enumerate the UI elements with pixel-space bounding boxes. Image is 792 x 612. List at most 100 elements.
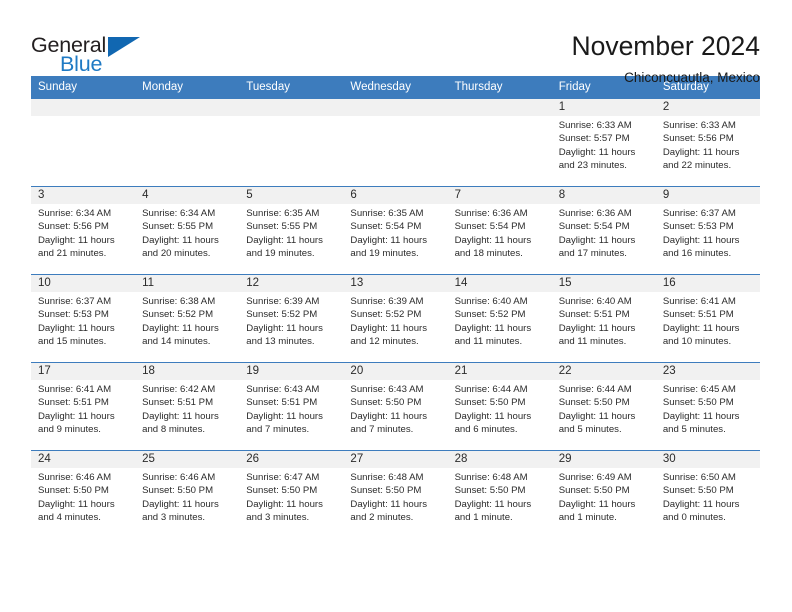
day-number [239,99,344,116]
day-details: Sunrise: 6:37 AM Sunset: 5:53 PM Daylight:… [656,204,760,260]
day-details: Sunrise: 6:41 AM Sunset: 5:51 PM Daylight:… [31,380,135,436]
day-detail-line: Sunset: 5:50 PM [350,485,422,497]
calendar-day-cell[interactable]: 19 Sunrise: 6:43 AM Sunset: 5:51 PM Dayligh… [239,362,344,451]
day-details: Sunrise: 6:34 AM Sunset: 5:55 PM Daylight:… [135,204,239,260]
title-block: November 2024 Chiconcuautla, Mexico [571,31,760,87]
day-details: Sunrise: 6:33 AM Sunset: 5:57 PM Daylight:… [552,116,656,172]
day-detail-line: Daylight: 11 hours [142,322,219,334]
day-detail-line: Daylight: 11 hours [454,410,532,422]
day-details: Sunrise: 6:40 AM Sunset: 5:52 PM Daylight:… [448,292,552,348]
day-number: 18 [135,363,240,380]
day-detail-line: Daylight: 11 hours [246,234,323,246]
calendar-day-cell[interactable]: 3 Sunrise: 6:34 AM Sunset: 5:56 PM Daylight… [31,186,136,275]
day-detail-line: Sunset: 5:50 PM [558,485,630,497]
day-detail-line: Sunrise: 6:34 AM [142,208,216,219]
day-detail-line: and 19 minutes. [350,247,419,259]
calendar-week-row: 3 Sunrise: 6:34 AM Sunset: 5:56 PM Daylight… [31,186,760,275]
calendar-day-cell[interactable]: 20 Sunrise: 6:43 AM Sunset: 5:50 PM Dayligh… [343,362,448,451]
day-detail-line: Sunrise: 6:48 AM [350,472,424,483]
day-details: Sunrise: 6:46 AM Sunset: 5:50 PM Daylight:… [135,468,239,524]
day-detail-line: Sunrise: 6:39 AM [246,296,320,307]
day-detail-line: Daylight: 11 hours [662,146,740,158]
day-detail-line: Sunset: 5:51 PM [142,397,214,409]
day-detail-line: and 1 minute. [558,511,617,523]
calendar-day-cell[interactable]: 15 Sunrise: 6:40 AM Sunset: 5:51 PM Dayligh… [551,274,656,363]
calendar-day-cell[interactable]: 22 Sunrise: 6:44 AM Sunset: 5:50 PM Dayligh… [551,362,656,451]
calendar-day-cell-empty [447,98,552,187]
day-detail-line: and 4 minutes. [38,511,101,523]
day-detail-line: Sunrise: 6:38 AM [142,296,216,307]
calendar-day-cell[interactable]: 16 Sunrise: 6:41 AM Sunset: 5:51 PM Dayligh… [655,274,760,363]
day-detail-line: and 11 minutes. [454,335,523,347]
day-detail-line: Daylight: 11 hours [662,498,740,510]
day-detail-line: Sunrise: 6:44 AM [558,384,632,395]
day-details: Sunrise: 6:40 AM Sunset: 5:51 PM Daylight:… [552,292,656,348]
calendar-day-cell[interactable]: 17 Sunrise: 6:41 AM Sunset: 5:51 PM Dayligh… [31,362,136,451]
calendar-day-cell[interactable]: 23 Sunrise: 6:45 AM Sunset: 5:50 PM Dayligh… [655,362,760,451]
day-detail-line: Daylight: 11 hours [558,322,636,334]
calendar-day-cell[interactable]: 24 Sunrise: 6:46 AM Sunset: 5:50 PM Dayligh… [31,450,136,539]
day-detail-line: Daylight: 11 hours [142,498,219,510]
day-detail-line: Sunset: 5:54 PM [558,221,630,233]
day-detail-line: Sunrise: 6:40 AM [558,296,632,307]
day-detail-line: Sunset: 5:53 PM [38,309,109,321]
calendar-day-cell[interactable]: 28 Sunrise: 6:48 AM Sunset: 5:50 PM Dayligh… [447,450,552,539]
calendar-day-cell[interactable]: 6 Sunrise: 6:35 AM Sunset: 5:54 PM Daylight… [343,186,448,275]
calendar-body: 1 Sunrise: 6:33 AM Sunset: 5:57 PM Daylight… [31,98,760,539]
day-detail-line: Daylight: 11 hours [350,410,428,422]
day-number: 10 [31,275,136,292]
calendar-week-row: 1 Sunrise: 6:33 AM Sunset: 5:57 PM Daylight… [31,98,760,187]
day-detail-line: and 5 minutes. [662,423,726,435]
calendar-day-cell[interactable]: 12 Sunrise: 6:39 AM Sunset: 5:52 PM Dayligh… [239,274,344,363]
day-number: 29 [551,451,656,468]
day-detail-line: Daylight: 11 hours [662,234,740,246]
day-detail-line: Daylight: 11 hours [246,322,323,334]
day-number: 16 [655,275,760,292]
day-detail-line: and 6 minutes. [454,423,518,435]
calendar-day-cell[interactable]: 11 Sunrise: 6:38 AM Sunset: 5:52 PM Dayligh… [135,274,240,363]
calendar-day-cell[interactable]: 27 Sunrise: 6:48 AM Sunset: 5:50 PM Dayligh… [343,450,448,539]
day-detail-line: Sunset: 5:52 PM [142,309,214,321]
day-details: Sunrise: 6:46 AM Sunset: 5:50 PM Daylight:… [31,468,135,524]
calendar-day-cell[interactable]: 7 Sunrise: 6:36 AM Sunset: 5:54 PM Daylight… [447,186,552,275]
calendar-day-cell[interactable]: 14 Sunrise: 6:40 AM Sunset: 5:52 PM Dayligh… [447,274,552,363]
calendar-day-cell[interactable]: 29 Sunrise: 6:49 AM Sunset: 5:50 PM Dayligh… [551,450,656,539]
calendar-day-cell[interactable]: 18 Sunrise: 6:42 AM Sunset: 5:51 PM Dayligh… [135,362,240,451]
calendar-day-cell[interactable]: 1 Sunrise: 6:33 AM Sunset: 5:57 PM Daylight… [551,98,656,187]
day-number: 19 [239,363,344,380]
day-detail-line: Daylight: 11 hours [38,322,115,334]
day-number: 13 [343,275,448,292]
calendar-day-cell[interactable]: 8 Sunrise: 6:36 AM Sunset: 5:54 PM Daylight… [551,186,656,275]
day-detail-line: Daylight: 11 hours [558,146,636,158]
day-detail-line: Sunrise: 6:41 AM [38,384,112,395]
day-detail-line: and 20 minutes. [142,247,211,259]
day-details: Sunrise: 6:41 AM Sunset: 5:51 PM Daylight:… [656,292,760,348]
day-details: Sunrise: 6:39 AM Sunset: 5:52 PM Daylight:… [343,292,447,348]
day-number: 25 [135,451,240,468]
day-number: 7 [447,187,552,204]
day-detail-line: Sunset: 5:52 PM [246,309,318,321]
calendar-day-cell[interactable]: 30 Sunrise: 6:50 AM Sunset: 5:50 PM Dayligh… [655,450,760,539]
calendar-day-cell[interactable]: 21 Sunrise: 6:44 AM Sunset: 5:50 PM Dayligh… [447,362,552,451]
calendar-day-cell[interactable]: 13 Sunrise: 6:39 AM Sunset: 5:52 PM Dayligh… [343,274,448,363]
day-detail-line: Daylight: 11 hours [350,234,428,246]
calendar-day-cell[interactable]: 2 Sunrise: 6:33 AM Sunset: 5:56 PM Daylight… [655,98,760,187]
calendar-day-cell[interactable]: 25 Sunrise: 6:46 AM Sunset: 5:50 PM Dayligh… [135,450,240,539]
day-detail-line: and 19 minutes. [246,247,315,259]
day-details [239,116,343,119]
day-detail-line: and 11 minutes. [558,335,627,347]
day-detail-line: Daylight: 11 hours [38,234,115,246]
day-details: Sunrise: 6:35 AM Sunset: 5:55 PM Daylight:… [239,204,343,260]
calendar-day-cell[interactable]: 9 Sunrise: 6:37 AM Sunset: 5:53 PM Daylight… [655,186,760,275]
day-number: 23 [655,363,760,380]
general-blue-logo[interactable]: General Blue [31,31,149,83]
day-detail-line: Daylight: 11 hours [454,234,532,246]
calendar-day-cell[interactable]: 26 Sunrise: 6:47 AM Sunset: 5:50 PM Dayligh… [239,450,344,539]
calendar-day-cell[interactable]: 10 Sunrise: 6:37 AM Sunset: 5:53 PM Dayligh… [31,274,136,363]
day-detail-line: Sunset: 5:55 PM [142,221,214,233]
calendar-day-cell[interactable]: 4 Sunrise: 6:34 AM Sunset: 5:55 PM Daylight… [135,186,240,275]
day-detail-line: Daylight: 11 hours [558,234,636,246]
day-detail-line: Sunset: 5:56 PM [662,133,734,145]
calendar-week-row: 10 Sunrise: 6:37 AM Sunset: 5:53 PM Dayligh… [31,274,760,363]
calendar-day-cell[interactable]: 5 Sunrise: 6:35 AM Sunset: 5:55 PM Daylight… [239,186,344,275]
